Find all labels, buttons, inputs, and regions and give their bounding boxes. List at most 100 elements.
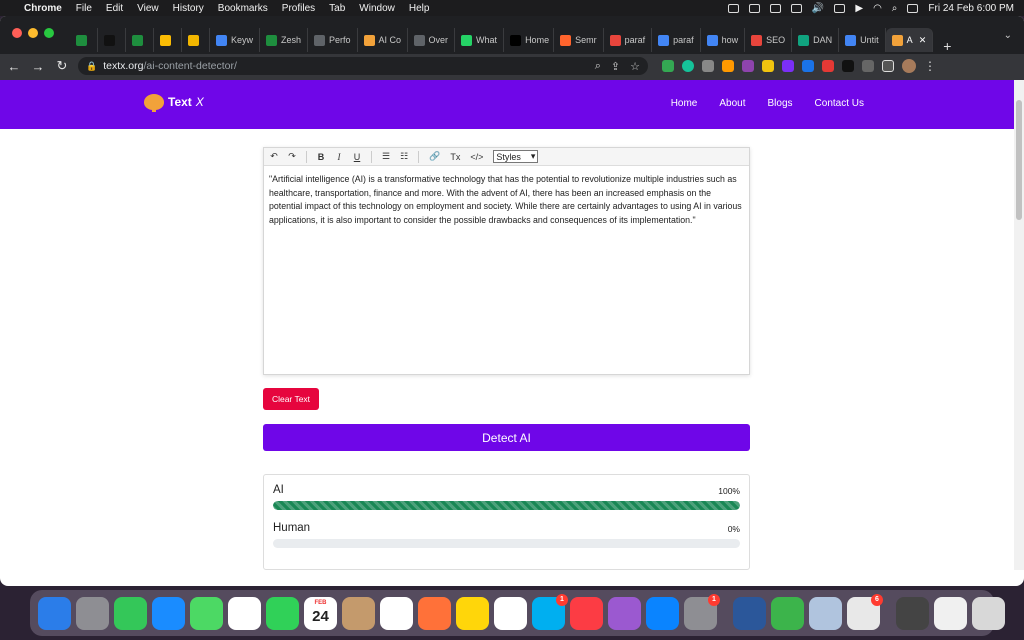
address-bar[interactable]: 🔒 textx.org/ai-content-detector/ ⌕ ⇪ ☆ [78,57,648,75]
chrome-menu-icon[interactable]: ⋮ [924,59,936,73]
menu-help[interactable]: Help [409,3,430,14]
puzzle-extensions-icon[interactable] [862,60,874,72]
reminders-icon[interactable] [380,596,413,630]
browser-tab[interactable]: paraf [604,28,653,52]
pen-extension-icon[interactable] [742,60,754,72]
browser-tab[interactable]: What [455,28,505,52]
new-tab-button[interactable]: + [943,38,951,54]
link-icon[interactable]: 🔗 [429,151,440,162]
mail-icon[interactable] [152,596,185,630]
volume-icon[interactable]: 🔊 [812,3,824,14]
browser-tab[interactable]: SEO [745,28,793,52]
nav-contact-us[interactable]: Contact Us [815,98,864,109]
nav-home[interactable]: Home [671,98,698,109]
finder-icon[interactable] [38,596,71,630]
menu-history[interactable]: History [173,3,204,14]
browser-tab[interactable] [70,28,98,52]
wordpress-tray-icon[interactable] [727,3,739,13]
zoom-window-button[interactable] [44,28,54,38]
tag-extension-icon[interactable] [802,60,814,72]
browser-tab[interactable]: Zesh [260,28,309,52]
undo-icon[interactable]: ↶ [270,151,278,162]
source-code-icon[interactable]: </> [470,152,483,162]
browser-tab[interactable] [154,28,182,52]
tab-search-icon[interactable]: ⌄ [1004,30,1012,41]
app-store-icon[interactable] [646,596,679,630]
browser-tab[interactable]: how [701,28,746,52]
browser-tab[interactable]: Untit [839,28,886,52]
color-extension-icon[interactable] [762,60,774,72]
calendar-icon[interactable]: FEB 24 [304,596,337,630]
pocket-extension-icon[interactable] [842,60,854,72]
nav-about[interactable]: About [719,98,745,109]
launchpad-icon[interactable] [76,596,109,630]
bold-button[interactable]: B [317,152,325,162]
menu-app-name[interactable]: Chrome [24,3,62,14]
seo-extension-icon[interactable] [782,60,794,72]
menu-profiles[interactable]: Profiles [282,3,315,14]
browser-tab[interactable]: DAN [792,28,840,52]
menu-file[interactable]: File [76,3,92,14]
bullet-list-icon[interactable]: ☷ [400,151,408,162]
page-scrollbar[interactable] [1014,80,1024,570]
editor-content[interactable]: "Artificial intelligence (AI) is a trans… [264,166,749,234]
photos-icon[interactable] [228,596,261,630]
styles-dropdown[interactable]: Styles ▾ [493,150,539,163]
battery-icon[interactable] [834,3,846,13]
messages-icon[interactable] [114,596,147,630]
menu-edit[interactable]: Edit [106,3,123,14]
notes-icon[interactable] [456,596,489,630]
browser-tab[interactable]: Over [408,28,456,52]
scrollbar-thumb[interactable] [1016,100,1022,220]
ordered-list-icon[interactable]: ☰ [382,151,390,162]
word-icon[interactable] [733,596,766,630]
close-tab-icon[interactable]: ✕ [919,35,927,46]
minimize-window-button[interactable] [28,28,38,38]
music-icon[interactable] [570,596,603,630]
wifi-icon[interactable]: ◠ [873,3,882,14]
chrome-icon[interactable] [494,596,527,630]
screenshot-stack-icon[interactable] [896,596,929,630]
nav-blogs[interactable]: Blogs [768,98,793,109]
browser-tab[interactable]: A ✕ [885,28,934,52]
extension-tray-icon[interactable] [748,3,760,13]
menu-clock[interactable]: Fri 24 Feb 6:00 PM [928,3,1014,14]
maps-icon[interactable] [190,596,223,630]
spotlight-icon[interactable]: ⌕ [892,3,898,14]
percent-extension-icon[interactable] [822,60,834,72]
back-icon[interactable]: ← [6,59,22,74]
trash-icon[interactable] [972,596,1005,630]
utorrent-icon[interactable] [771,596,804,630]
bookmark-star-icon[interactable]: ☆ [630,60,640,73]
facetime-icon[interactable] [266,596,299,630]
italic-button[interactable]: I [335,152,343,162]
forward-icon[interactable]: → [30,59,46,74]
menu-view[interactable]: View [137,3,159,14]
contacts-icon[interactable] [342,596,375,630]
close-window-button[interactable] [12,28,22,38]
redo-icon[interactable]: ↷ [288,151,296,162]
detect-ai-button[interactable]: Detect AI [263,424,750,451]
reload-icon[interactable]: ↻ [54,58,70,74]
display-tray-icon[interactable] [790,3,802,13]
podcasts-icon[interactable] [608,596,641,630]
grammarly-extension-icon[interactable] [682,60,694,72]
menu-tab[interactable]: Tab [329,3,345,14]
control-center-icon[interactable] [907,3,919,13]
system-settings-icon[interactable]: 1 [684,593,720,630]
clear-text-button[interactable]: Clear Text [263,388,319,410]
documents-stack-icon[interactable] [934,596,967,630]
side-panel-icon[interactable] [882,60,894,72]
browser-tab[interactable]: paraf [652,28,701,52]
site-logo[interactable]: Text X [144,94,204,112]
amazon-extension-icon[interactable] [722,60,734,72]
lock-icon[interactable]: 🔒 [86,61,97,72]
preview-icon[interactable] [809,596,842,630]
browser-tab[interactable]: Perfo [308,28,358,52]
clear-format-icon[interactable]: Tx [450,152,460,162]
menu-window[interactable]: Window [359,3,395,14]
share-icon[interactable]: ⇪ [611,60,620,73]
browser-tab[interactable] [126,28,154,52]
check-tray-icon[interactable] [769,3,781,13]
shield-extension-icon[interactable] [662,60,674,72]
